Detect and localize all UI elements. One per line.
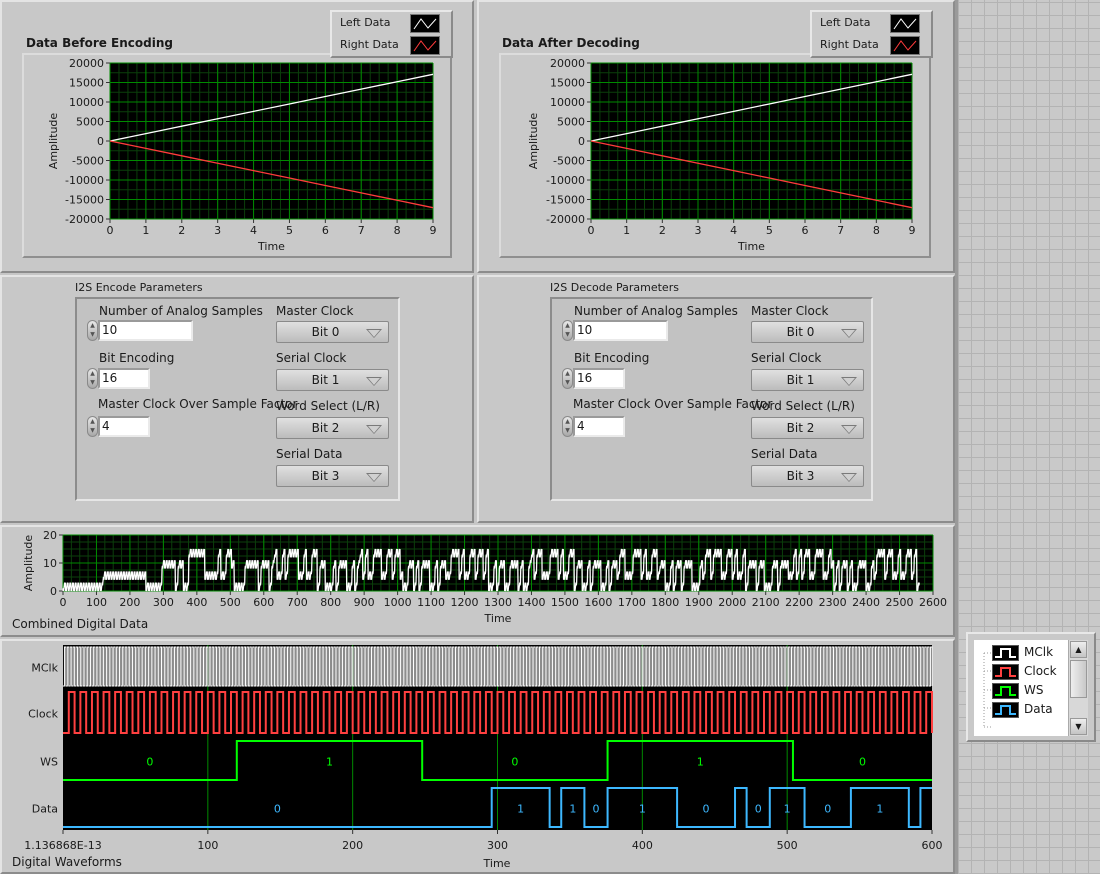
mclk-factor-input[interactable]: 4 — [573, 416, 625, 437]
i2s-decode-parameters: I2S Decode Parameters Number of Analog S… — [475, 275, 955, 523]
serial-clock-label: Serial Clock — [276, 351, 347, 365]
bit-encoding-label: Bit Encoding — [99, 351, 175, 365]
legend-label: Right Data — [340, 38, 399, 51]
bit-encoding-stepper[interactable]: ▲ ▼ — [562, 368, 573, 389]
legend-item-right-data[interactable]: Right Data — [812, 35, 930, 57]
num-samples-input[interactable]: 10 — [573, 320, 668, 341]
select-value: Bit 1 — [786, 373, 815, 387]
legend-label: Right Data — [820, 38, 879, 51]
dropdown-arrow-icon — [366, 473, 382, 482]
bit-encoding-label: Bit Encoding — [574, 351, 650, 365]
legend-label: Left Data — [820, 16, 871, 29]
bit-encoding-input[interactable]: 16 — [98, 368, 150, 389]
select-value: Bit 0 — [786, 325, 815, 339]
master-clock-label: Master Clock — [751, 304, 829, 318]
chart-title-before-encoding: Data Before Encoding — [26, 36, 173, 50]
chart-title-combined: Combined Digital Data — [12, 617, 149, 631]
plot-legend-after[interactable]: Left Data Right Data — [810, 10, 933, 58]
legend-label: Clock — [1024, 664, 1057, 678]
dropdown-arrow-icon — [841, 425, 857, 434]
legend-list: MClk Clock WS Data ▲ ▼ — [974, 640, 1088, 736]
white-line-plot-icon — [890, 14, 920, 33]
serial-data-select[interactable]: Bit 3 — [276, 465, 389, 487]
serial-clock-select[interactable]: Bit 1 — [751, 369, 864, 391]
dropdown-arrow-icon — [841, 377, 857, 386]
dropdown-arrow-icon — [366, 425, 382, 434]
master-clock-select[interactable]: Bit 0 — [276, 321, 389, 343]
legend-label: WS — [1024, 683, 1044, 697]
select-value: Bit 3 — [786, 469, 815, 483]
legend-item-left-data[interactable]: Left Data — [332, 13, 450, 35]
master-clock-label: Master Clock — [276, 304, 354, 318]
select-value: Bit 2 — [311, 421, 340, 435]
after-decoding-chart-frame — [499, 53, 931, 258]
serial-clock-select[interactable]: Bit 1 — [276, 369, 389, 391]
red-line-plot-icon — [890, 36, 920, 55]
chart-title-after-decoding: Data After Decoding — [502, 36, 640, 50]
blue-digital-plot-icon — [992, 702, 1019, 718]
select-value: Bit 1 — [311, 373, 340, 387]
word-select-label: Word Select (L/R) — [751, 399, 855, 413]
red-digital-plot-icon — [992, 664, 1019, 680]
dropdown-arrow-icon — [366, 329, 382, 338]
scroll-down-icon[interactable]: ▼ — [1070, 718, 1087, 735]
red-line-plot-icon — [410, 36, 440, 55]
bit-encoding-stepper[interactable]: ▲ ▼ — [87, 368, 98, 389]
panel-background-grid — [958, 0, 1100, 874]
legend-item-right-data[interactable]: Right Data — [332, 35, 450, 57]
select-value: Bit 3 — [311, 469, 340, 483]
i2s-encode-parameters: I2S Encode Parameters Number of Analog S… — [0, 275, 474, 523]
digital-plot-legend[interactable]: MClk Clock WS Data ▲ ▼ — [966, 632, 1096, 742]
dropdown-arrow-icon — [841, 329, 857, 338]
mclk-factor-label: Master Clock Over Sample Factor — [573, 397, 773, 411]
tree-lines — [983, 652, 992, 728]
legend-label: Left Data — [340, 16, 391, 29]
num-samples-label: Number of Analog Samples — [574, 304, 738, 318]
legend-scrollbar[interactable]: ▲ ▼ — [1068, 640, 1088, 736]
serial-clock-label: Serial Clock — [751, 351, 822, 365]
serial-data-label: Serial Data — [276, 447, 343, 461]
num-samples-stepper[interactable]: ▲ ▼ — [87, 320, 98, 341]
num-samples-input[interactable]: 10 — [98, 320, 193, 341]
num-samples-label: Number of Analog Samples — [99, 304, 263, 318]
panel-divider — [955, 0, 958, 874]
serial-data-select[interactable]: Bit 3 — [751, 465, 864, 487]
num-samples-stepper[interactable]: ▲ ▼ — [562, 320, 573, 341]
cluster-title: I2S Encode Parameters — [75, 281, 203, 294]
mclk-factor-input[interactable]: 4 — [98, 416, 150, 437]
scroll-up-icon[interactable]: ▲ — [1070, 641, 1087, 658]
serial-data-label: Serial Data — [751, 447, 818, 461]
mclk-factor-stepper[interactable]: ▲ ▼ — [87, 416, 98, 437]
white-digital-plot-icon — [992, 645, 1019, 661]
legend-label: Data — [1024, 702, 1053, 716]
cluster-title: I2S Decode Parameters — [550, 281, 679, 294]
legend-item-left-data[interactable]: Left Data — [812, 13, 930, 35]
bit-encoding-input[interactable]: 16 — [573, 368, 625, 389]
chart-title-digital: Digital Waveforms — [12, 855, 122, 869]
word-select-label: Word Select (L/R) — [276, 399, 380, 413]
mclk-factor-label: Master Clock Over Sample Factor — [98, 397, 298, 411]
plot-legend-before[interactable]: Left Data Right Data — [330, 10, 453, 58]
legend-label: MClk — [1024, 645, 1054, 659]
before-encoding-chart-frame — [22, 53, 452, 258]
scroll-thumb[interactable] — [1070, 660, 1087, 698]
select-value: Bit 0 — [311, 325, 340, 339]
dropdown-arrow-icon — [841, 473, 857, 482]
master-clock-select[interactable]: Bit 0 — [751, 321, 864, 343]
word-select-select[interactable]: Bit 2 — [751, 417, 864, 439]
green-digital-plot-icon — [992, 683, 1019, 699]
mclk-factor-stepper[interactable]: ▲ ▼ — [562, 416, 573, 437]
select-value: Bit 2 — [786, 421, 815, 435]
word-select-select[interactable]: Bit 2 — [276, 417, 389, 439]
white-line-plot-icon — [410, 14, 440, 33]
digital-waveforms-panel — [0, 639, 955, 874]
dropdown-arrow-icon — [366, 377, 382, 386]
